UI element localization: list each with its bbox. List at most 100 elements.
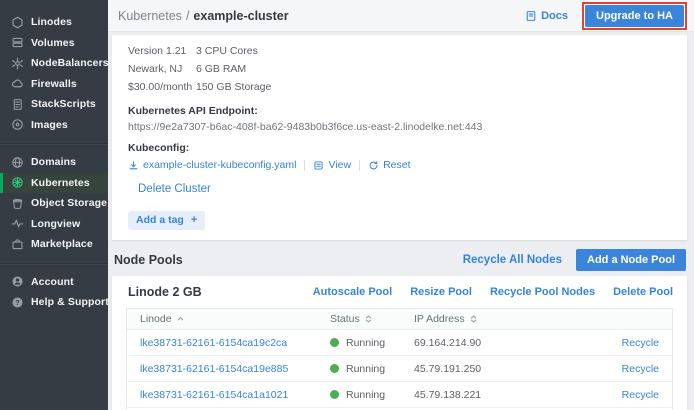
column-header-status[interactable]: Status: [317, 309, 401, 330]
sort-asc-icon: [176, 314, 185, 324]
domains-icon: [11, 156, 24, 169]
page-header: Kubernetes / example-cluster Docs Upgrad…: [108, 0, 694, 32]
sidebar-item-kubernetes[interactable]: Kubernetes: [0, 173, 108, 194]
status-badge: Running: [330, 363, 401, 375]
column-label: Status: [330, 313, 360, 325]
main-content: Kubernetes / example-cluster Docs Upgrad…: [108, 0, 694, 410]
sidebar-item-label: Longview: [31, 218, 80, 230]
sidebar-item-longview[interactable]: Longview: [0, 214, 108, 235]
help-icon: ?: [11, 296, 24, 309]
status-dot-icon: [330, 338, 339, 347]
column-header-linode[interactable]: Linode: [127, 309, 317, 330]
nodebalancers-icon: [11, 57, 24, 70]
plus-icon: +: [191, 214, 197, 226]
reset-label: Reset: [383, 159, 410, 171]
sort-both-icon: [469, 314, 478, 324]
sidebar-item-volumes[interactable]: Volumes: [0, 33, 108, 54]
sidebar-item-label: StackScripts: [31, 98, 96, 110]
delete-cluster-button[interactable]: Delete Cluster: [138, 183, 211, 195]
table-row: lke38731-62161-6154ca19e885 Running 45.7…: [127, 356, 672, 382]
api-endpoint-label: Kubernetes API Endpoint:: [128, 105, 671, 117]
sidebar-item-firewalls[interactable]: Firewalls: [0, 74, 108, 95]
upgrade-to-ha-button[interactable]: Upgrade to HA: [585, 5, 684, 27]
sidebar-item-linodes[interactable]: Linodes: [0, 12, 108, 33]
table-row: lke38731-62161-6154ca19c2ca Running 69.1…: [127, 330, 672, 356]
breadcrumb-separator: /: [186, 9, 189, 23]
spec-row: Newark, NJ 6 GB RAM: [128, 60, 671, 78]
sidebar-item-label: Domains: [31, 156, 76, 168]
status-label: Running: [346, 363, 385, 375]
column-header-ip-address[interactable]: IP Address: [401, 309, 551, 330]
sidebar-item-help-support[interactable]: ? Help & Support: [0, 292, 108, 313]
node-pools-header-actions: Recycle All Nodes Add a Node Pool: [463, 249, 686, 271]
images-icon: [11, 118, 24, 131]
divider: [304, 160, 305, 171]
sidebar-item-label: Help & Support: [31, 296, 109, 308]
pool-name: Linode 2 GB: [128, 285, 202, 299]
kubernetes-icon: [11, 176, 24, 189]
kubeconfig-download-link[interactable]: example-cluster-kubeconfig.yaml: [128, 159, 296, 171]
recycle-node-link[interactable]: Recycle: [622, 363, 659, 375]
api-endpoint-url: https://9e2a7307-b6ac-408f-ba62-9483b0b3…: [128, 121, 671, 133]
autoscale-pool-link[interactable]: Autoscale Pool: [313, 286, 392, 298]
recycle-all-nodes-link[interactable]: Recycle All Nodes: [463, 254, 562, 266]
sidebar-item-images[interactable]: Images: [0, 115, 108, 136]
docs-icon: [525, 10, 537, 22]
node-link[interactable]: lke38731-62161-6154ca19c2ca: [140, 337, 287, 349]
node-pools-title: Node Pools: [114, 253, 183, 267]
firewalls-icon: [11, 77, 24, 90]
spec-storage: 150 GB Storage: [196, 78, 271, 96]
kubeconfig-view-link[interactable]: View: [313, 159, 351, 171]
delete-pool-link[interactable]: Delete Pool: [613, 286, 673, 298]
sidebar-item-label: Kubernetes: [31, 177, 90, 189]
marketplace-icon: [11, 238, 24, 251]
ip-address: 45.79.138.221: [414, 389, 481, 401]
node-link[interactable]: lke38731-62161-6154ca1a1021: [140, 389, 288, 401]
tags-section: Add a tag +: [128, 210, 671, 230]
add-tag-button[interactable]: Add a tag +: [128, 211, 205, 230]
recycle-node-link[interactable]: Recycle: [622, 389, 659, 401]
node-link[interactable]: lke38731-62161-6154ca19e885: [140, 363, 288, 375]
spec-region: Newark, NJ: [128, 60, 196, 78]
sidebar-item-object-storage[interactable]: Object Storage: [0, 193, 108, 214]
sidebar-item-label: Images: [31, 119, 68, 131]
ip-address: 69.164.214.90: [414, 337, 481, 349]
reset-icon: [368, 160, 379, 171]
recycle-node-link[interactable]: Recycle: [622, 337, 659, 349]
sidebar-item-domains[interactable]: Domains: [0, 152, 108, 173]
breadcrumb-kubernetes-link[interactable]: Kubernetes: [118, 9, 182, 23]
sidebar-item-label: NodeBalancers: [31, 57, 109, 69]
pool-actions: Autoscale Pool Resize Pool Recycle Pool …: [313, 286, 673, 298]
pool-header: Linode 2 GB Autoscale Pool Resize Pool R…: [112, 285, 687, 299]
sidebar-item-nodebalancers[interactable]: NodeBalancers: [0, 53, 108, 74]
status-badge: Running: [330, 389, 401, 401]
status-label: Running: [346, 337, 385, 349]
add-node-pool-button[interactable]: Add a Node Pool: [576, 249, 686, 271]
spec-version: Version 1.21: [128, 42, 196, 60]
sidebar-item-account[interactable]: Account: [0, 272, 108, 293]
sidebar-item-stackscripts[interactable]: StackScripts: [0, 94, 108, 115]
recycle-pool-nodes-link[interactable]: Recycle Pool Nodes: [490, 286, 595, 298]
status-dot-icon: [330, 364, 339, 373]
table-header-row: Linode Status IP Address: [127, 309, 672, 330]
kubeconfig-label: Kubeconfig:: [128, 142, 671, 154]
resize-pool-link[interactable]: Resize Pool: [410, 286, 472, 298]
sidebar-item-label: Marketplace: [31, 238, 93, 250]
spec-ram: 6 GB RAM: [196, 60, 246, 78]
volumes-icon: [11, 36, 24, 49]
sidebar-group-compute: Linodes Volumes NodeBalancers Firewalls …: [0, 10, 108, 143]
status-badge: Running: [330, 337, 401, 349]
sidebar-item-label: Linodes: [31, 16, 72, 28]
docs-link[interactable]: Docs: [525, 10, 568, 22]
spec-row: $30.00/month 150 GB Storage: [128, 78, 671, 96]
kubeconfig-reset-link[interactable]: Reset: [368, 159, 410, 171]
breadcrumb-current-cluster: example-cluster: [193, 9, 288, 23]
kubeconfig-actions: example-cluster-kubeconfig.yaml View Res…: [128, 159, 671, 171]
sidebar-item-label: Account: [31, 276, 74, 288]
download-icon: [128, 160, 139, 171]
sidebar-item-marketplace[interactable]: Marketplace: [0, 234, 108, 255]
column-label: Linode: [140, 313, 172, 325]
app-window: Linodes Volumes NodeBalancers Firewalls …: [0, 0, 694, 410]
sidebar-item-label: Object Storage: [31, 197, 107, 209]
sidebar: Linodes Volumes NodeBalancers Firewalls …: [0, 0, 108, 410]
